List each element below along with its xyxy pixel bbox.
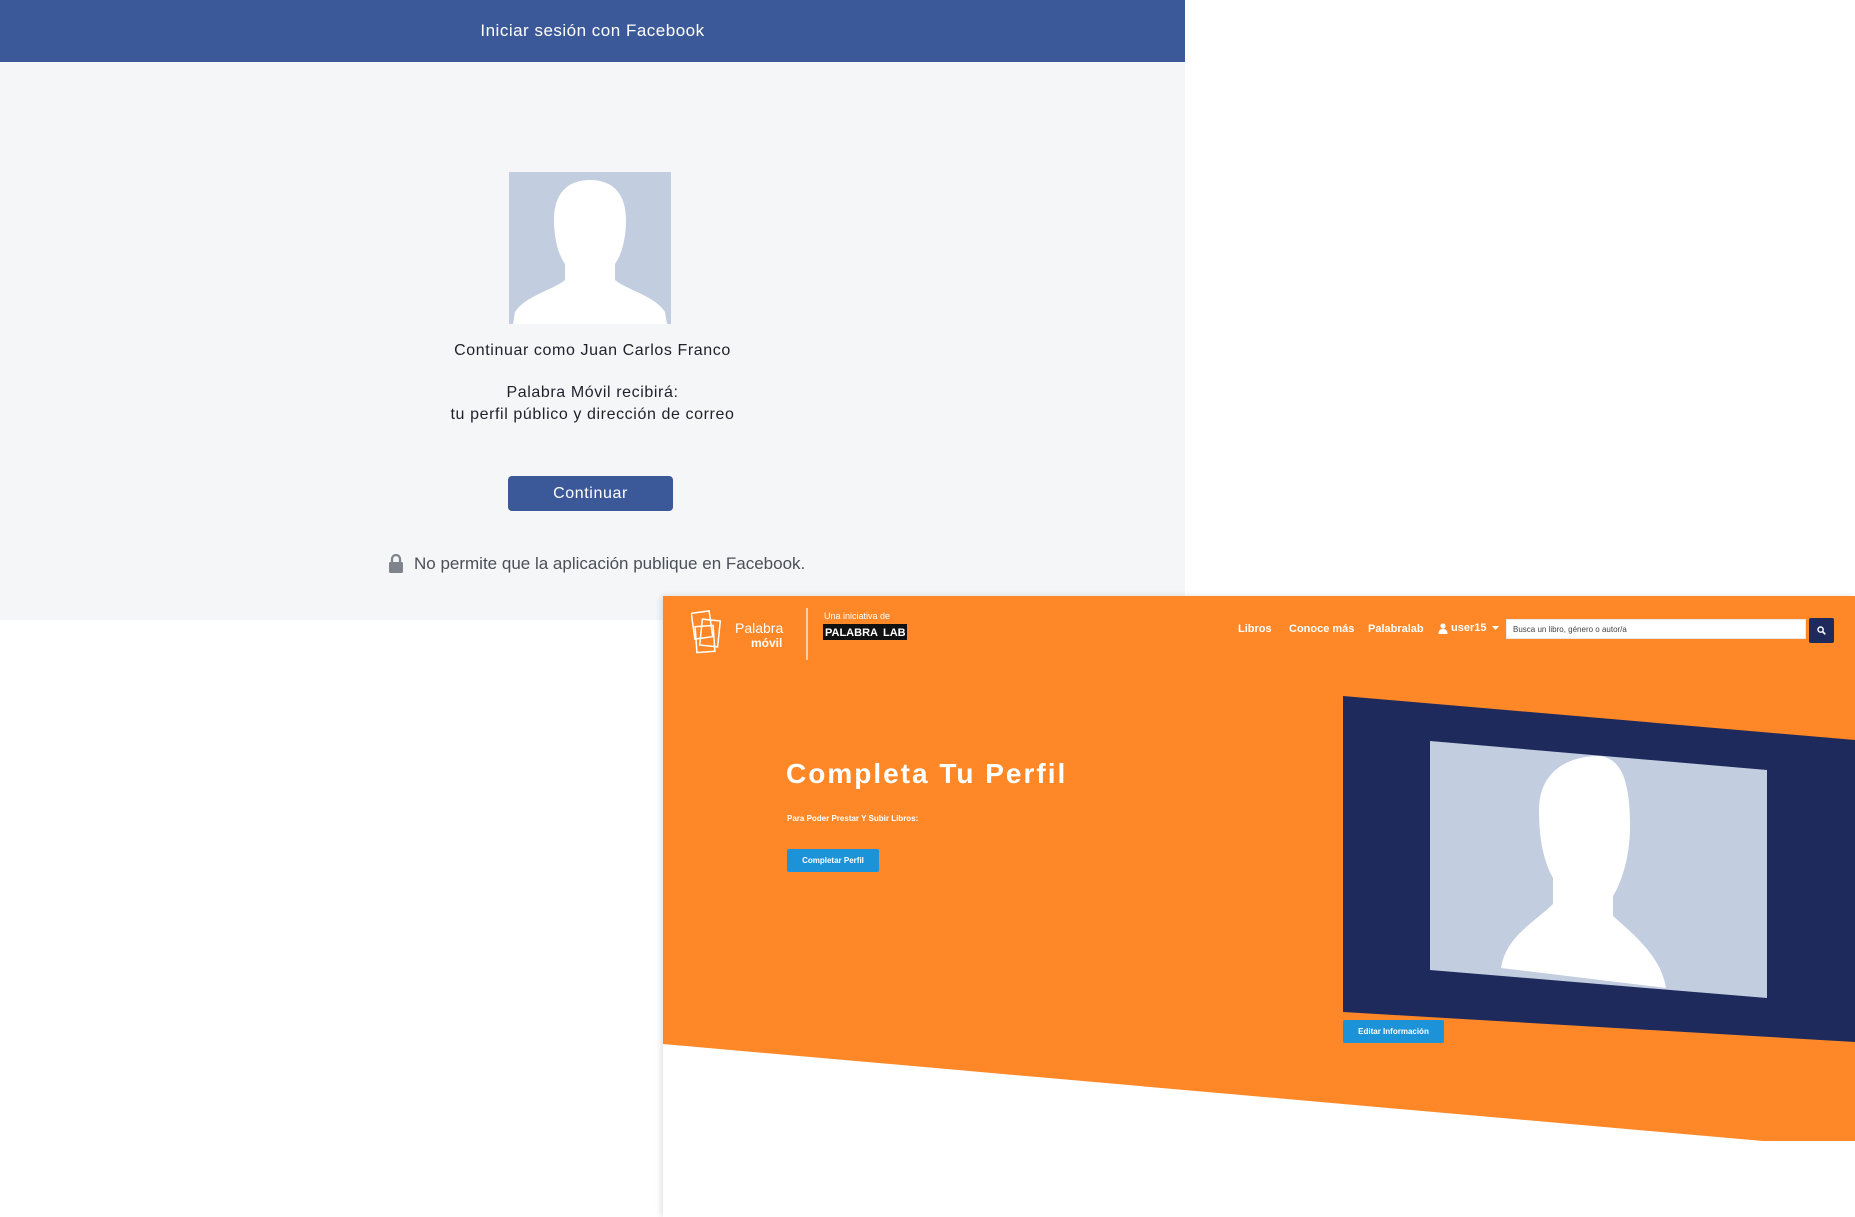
- dialog-header: Iniciar sesión con Facebook: [0, 0, 1185, 62]
- hero-background: [663, 596, 1855, 1141]
- brand-bottom: móvil: [751, 636, 782, 650]
- nav-palabralab[interactable]: Palabralab: [1368, 623, 1424, 635]
- search-button[interactable]: [1809, 618, 1834, 643]
- initiative-text: Una iniciativa de: [824, 611, 890, 621]
- permissions-heading: Palabra Móvil recibirá:: [506, 384, 679, 401]
- lock-icon: [389, 554, 403, 573]
- hero-subtitle: Para Poder Prestar Y Subir Libros:: [787, 814, 919, 823]
- user-menu[interactable]: user15: [1438, 622, 1502, 634]
- dialog-title: Iniciar sesión con Facebook: [480, 21, 705, 40]
- partner-name: PALABRA: [825, 627, 878, 639]
- username: user15: [1451, 622, 1487, 634]
- profile-avatar: [509, 172, 671, 324]
- palabra-movil-page: Palabra móvil Una iniciativa de PALABRA …: [663, 596, 1855, 1217]
- search-icon: [1817, 626, 1826, 635]
- complete-profile-button[interactable]: Completar Perfil: [787, 849, 879, 872]
- avatar-silhouette-icon: [509, 172, 671, 324]
- brand-top: Palabra: [735, 620, 783, 636]
- partner-lab: LAB: [883, 627, 906, 639]
- edit-information-button[interactable]: Editar Información: [1343, 1020, 1444, 1043]
- permissions-scope: tu perfil público y dirección de correo: [450, 406, 735, 423]
- logo-graphic: Palabra móvil Una iniciativa de PALABRA …: [691, 608, 907, 660]
- caret-down-icon: [1492, 625, 1500, 630]
- continue-as-text: Continuar como Juan Carlos Franco: [454, 342, 731, 359]
- search-input[interactable]: [1506, 619, 1806, 639]
- palabra-movil-logo[interactable]: Palabra móvil Una iniciativa de PALABRA …: [691, 606, 921, 662]
- book-stack-icon: [691, 610, 722, 654]
- continue-button[interactable]: Continuar: [508, 476, 673, 511]
- user-icon: [1438, 622, 1448, 634]
- hero-title: Completa Tu Perfil: [786, 758, 1068, 789]
- nav-libros[interactable]: Libros: [1238, 623, 1272, 635]
- facebook-login-dialog: Iniciar sesión con Facebook Continuar co…: [0, 0, 1185, 620]
- privacy-note: No permite que la aplicación publique en…: [388, 554, 805, 574]
- nav-conoce-mas[interactable]: Conoce más: [1289, 623, 1354, 635]
- privacy-note-text: No permite que la aplicación publique en…: [414, 554, 806, 573]
